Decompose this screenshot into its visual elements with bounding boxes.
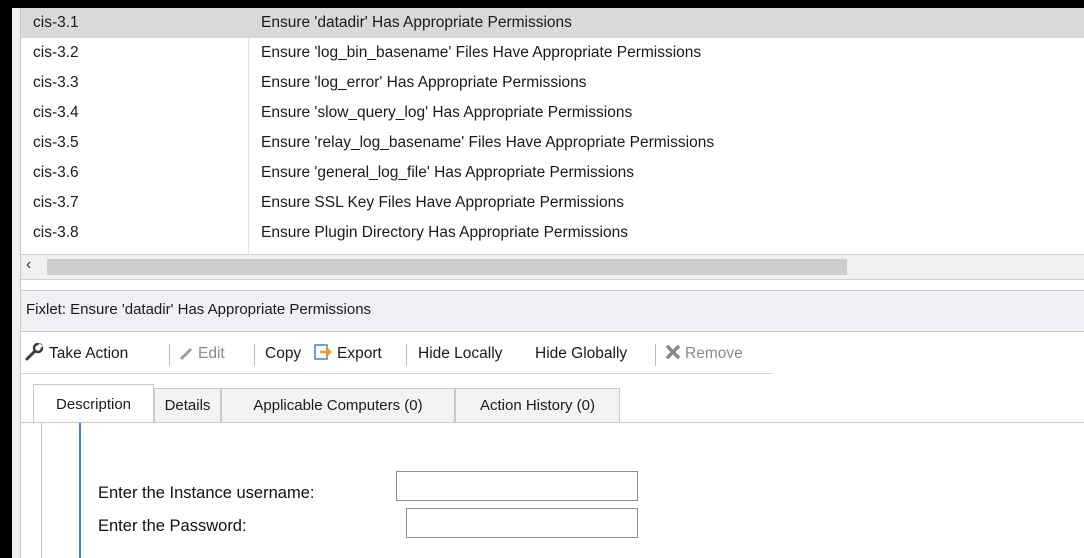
fixlet-title: Fixlet: Ensure 'datadir' Has Appropriate… <box>26 301 372 318</box>
row-id: cis-3.8 <box>33 224 79 241</box>
close-icon <box>665 344 681 365</box>
hide-globally-button[interactable]: Hide Globally <box>535 335 627 373</box>
username-label: Enter the Instance username: <box>98 484 315 502</box>
copy-button[interactable]: Copy <box>265 335 301 373</box>
export-button[interactable]: Export <box>313 335 382 373</box>
tab-applicable-computers[interactable]: Applicable Computers (0) <box>221 388 455 422</box>
hide-globally-label: Hide Globally <box>535 345 628 362</box>
tab-label: Description <box>55 396 132 413</box>
tab-label: Applicable Computers (0) <box>253 397 423 414</box>
remove-button[interactable]: Remove <box>665 335 743 373</box>
row-name: Ensure 'datadir' Has Appropriate Permiss… <box>261 14 572 31</box>
row-id: cis-3.3 <box>33 74 79 91</box>
toolbar-border <box>21 373 773 374</box>
list-row-cis-3-3[interactable]: cis-3.3 Ensure 'log_error' Has Appropria… <box>21 68 1084 98</box>
row-id: cis-3.1 <box>33 14 79 31</box>
toolbar-separator <box>406 344 407 366</box>
toolbar-separator <box>169 344 170 366</box>
row-name: Ensure 'log_bin_basename' Files Have App… <box>261 44 702 61</box>
tab-action-history[interactable]: Action History (0) <box>455 388 620 422</box>
username-input[interactable] <box>396 471 638 501</box>
row-id: cis-3.6 <box>33 164 79 181</box>
row-id: cis-3.5 <box>33 134 79 151</box>
wrench-icon <box>25 342 45 366</box>
tab-label: Action History (0) <box>479 397 596 414</box>
row-id: cis-3.7 <box>33 194 79 211</box>
toolbar-separator <box>254 344 255 366</box>
tab-details[interactable]: Details <box>154 388 221 422</box>
hide-locally-button[interactable]: Hide Locally <box>418 335 502 373</box>
fixlet-toolbar: Take Action Edit Copy Export Hide Locall… <box>21 335 1084 373</box>
toolbar-separator <box>655 344 656 366</box>
export-icon <box>313 343 333 366</box>
tab-description[interactable]: Description <box>33 384 154 424</box>
tab-bar: Description Details Applicable Computers… <box>21 380 1084 424</box>
pencil-icon <box>178 344 194 365</box>
row-id: cis-3.4 <box>33 104 79 121</box>
remove-label: Remove <box>685 345 743 362</box>
tab-label: Details <box>164 397 211 414</box>
row-id: cis-3.2 <box>33 44 79 61</box>
row-name: Ensure 'general_log_file' Has Appropriat… <box>261 164 634 181</box>
export-label: Export <box>337 345 382 362</box>
row-name: Ensure SSL Key Files Have Appropriate Pe… <box>261 194 624 211</box>
edit-label: Edit <box>198 345 225 362</box>
password-input[interactable] <box>406 508 638 538</box>
edit-button[interactable]: Edit <box>178 335 225 373</box>
list-row-cis-3-5[interactable]: cis-3.5 Ensure 'relay_log_basename' File… <box>21 128 1084 158</box>
list-row-cis-3-2[interactable]: cis-3.2 Ensure 'log_bin_basename' Files … <box>21 38 1084 68</box>
scroll-left-icon[interactable]: ‹ <box>26 256 31 274</box>
row-name: Ensure Plugin Directory Has Appropriate … <box>261 224 628 241</box>
list-row-cis-3-1[interactable]: cis-3.1 Ensure 'datadir' Has Appropriate… <box>21 8 1084 38</box>
panel-accent-bar <box>79 423 81 558</box>
row-name: Ensure 'relay_log_basename' Files Have A… <box>261 134 715 151</box>
list-row-cis-3-7[interactable]: cis-3.7 Ensure SSL Key Files Have Approp… <box>21 188 1084 218</box>
scrollbar-thumb[interactable] <box>47 259 847 275</box>
take-action-button[interactable]: Take Action <box>25 335 128 373</box>
list-row-cis-3-6[interactable]: cis-3.6 Ensure 'general_log_file' Has Ap… <box>21 158 1084 188</box>
row-name: Ensure 'slow_query_log' Has Appropriate … <box>261 104 633 121</box>
copy-label: Copy <box>265 345 302 362</box>
hide-locally-label: Hide Locally <box>418 345 503 362</box>
password-label: Enter the Password: <box>98 517 247 535</box>
list-row-cis-3-8[interactable]: cis-3.8 Ensure Plugin Directory Has Appr… <box>21 218 1084 248</box>
list-row-cis-3-4[interactable]: cis-3.4 Ensure 'slow_query_log' Has Appr… <box>21 98 1084 128</box>
fixlet-list: cis-3.1 Ensure 'datadir' Has Appropriate… <box>21 8 1084 254</box>
row-name: Ensure 'log_error' Has Appropriate Permi… <box>261 74 587 91</box>
window-frame-left <box>0 0 12 558</box>
horizontal-scrollbar[interactable]: ‹ <box>21 254 1084 280</box>
take-action-label: Take Action <box>49 345 129 362</box>
left-gutter <box>12 8 21 558</box>
window-frame-top <box>0 0 1084 8</box>
fixlet-header: Fixlet: Ensure 'datadir' Has Appropriate… <box>21 290 1084 332</box>
